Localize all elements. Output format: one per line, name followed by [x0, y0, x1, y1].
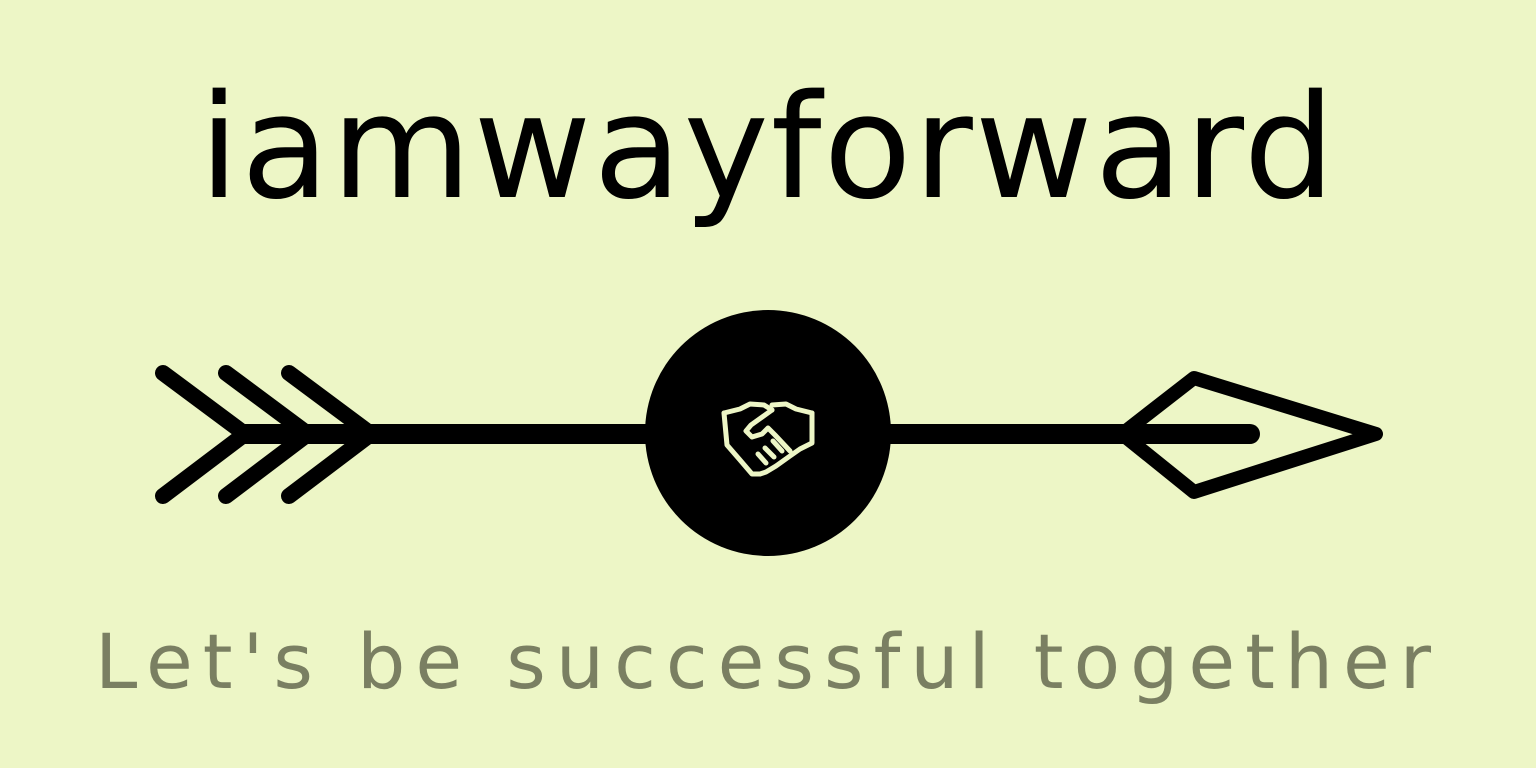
tagline: Let's be successful together: [94, 617, 1442, 706]
emblem-circle: [645, 310, 891, 556]
fletching-chevron-1: [155, 365, 253, 504]
arrow-graphic: [155, 310, 1383, 556]
brand-title: iamwayforward: [199, 63, 1337, 231]
